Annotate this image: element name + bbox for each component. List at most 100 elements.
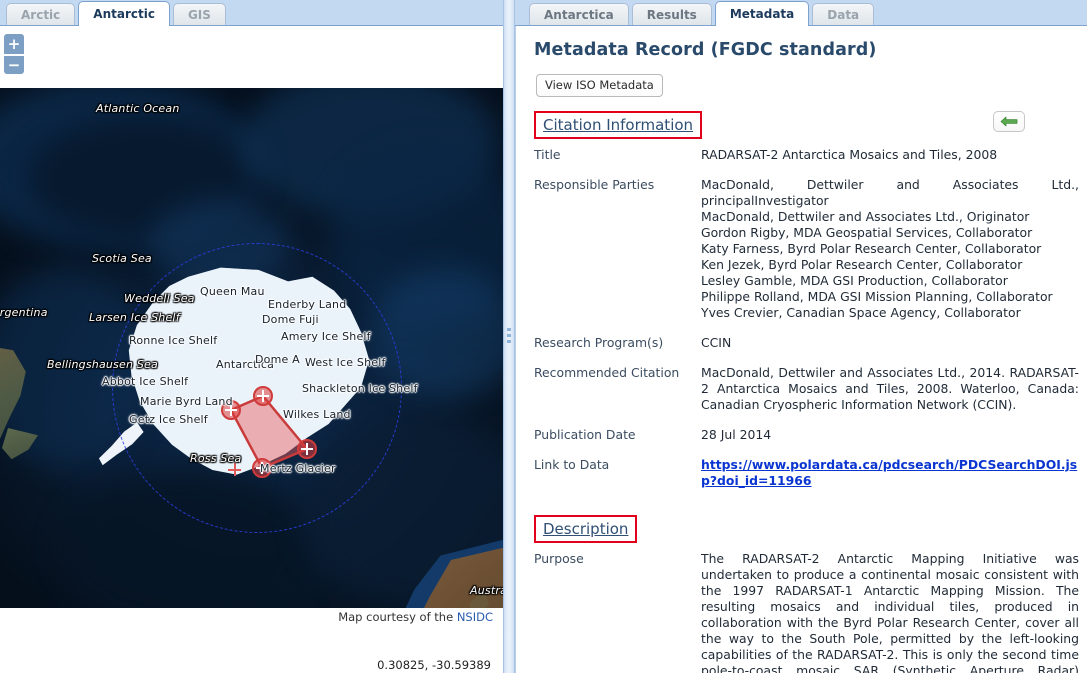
field-spacer <box>516 165 1087 175</box>
metadata-field-row: Publication Date 28 Jul 2014 <box>516 425 1087 445</box>
map-label: Getz Ice Shelf <box>129 413 208 426</box>
metadata-field-row: Research Program(s) CCIN <box>516 333 1087 353</box>
map-label: Ross Sea <box>190 452 242 465</box>
map-label: Amery Ice Shelf <box>281 330 371 343</box>
south-america-tip <box>2 428 38 460</box>
polygon-vertex-handle[interactable] <box>252 458 272 478</box>
metadata-field-label: Title <box>534 147 561 162</box>
map-label: Ronne Ice Shelf <box>129 334 218 347</box>
metadata-field-value: 28 Jul 2014 <box>701 427 772 442</box>
tab-gis-label: GIS <box>187 7 211 22</box>
metadata-field-value: MacDonald, Dettwiler and Associates Ltd.… <box>701 177 1079 320</box>
zoom-out-button[interactable]: − <box>4 54 24 74</box>
metadata-field-value-line: Philippe Rolland, MDA GSI Mission Planni… <box>701 289 1053 304</box>
field-spacer <box>516 353 1087 363</box>
metadata-field-value-line: Ken Jezek, Byrd Polar Research Center, C… <box>701 257 1023 272</box>
tab-antarctic[interactable]: Antarctic <box>78 1 170 26</box>
map-label: Argentina <box>0 306 48 319</box>
view-iso-metadata-button[interactable]: View ISO Metadata <box>536 74 663 97</box>
tab-results[interactable]: Results <box>631 3 712 25</box>
map-coordinates-readout: 0.30825, -30.59389 <box>377 658 491 672</box>
tab-data[interactable]: Data <box>812 3 875 25</box>
map-label: Dome A <box>255 353 300 366</box>
section-heading[interactable]: Description <box>534 515 638 543</box>
tab-antarctica[interactable]: Antarctica <box>529 3 629 25</box>
field-spacer <box>516 491 1087 501</box>
metadata-field-value-line: MacDonald, Dettwiler and Associates Ltd.… <box>701 209 1030 224</box>
tab-metadata[interactable]: Metadata <box>714 1 810 26</box>
metadata-field-row: Link to Data https://www.polardata.ca/pdc… <box>516 455 1087 491</box>
metadata-sections: Citation Information Title RADARSAT-2 Anta… <box>516 97 1087 673</box>
back-button[interactable] <box>993 111 1025 132</box>
tab-antarctic-label: Antarctic <box>93 6 155 21</box>
metadata-field-row: Title RADARSAT-2 Antarctica Mosaics and T… <box>516 145 1087 165</box>
metadata-content: Metadata Record (FGDC standard) View ISO… <box>515 26 1087 673</box>
nsidc-link[interactable]: NSIDC <box>457 610 493 624</box>
australia-landmass <box>412 548 503 608</box>
antarctica-landmass <box>128 267 370 475</box>
left-panel: Arctic Antarctic GIS + − Atlantic Ocean … <box>0 0 503 673</box>
metadata-field-value[interactable]: https://www.polardata.ca/pdcsearch/PDCSe… <box>701 457 1087 489</box>
antarctic-map[interactable]: Atlantic Ocean Scotia Sea Argentina Weddell… <box>0 88 503 608</box>
map-label: Larsen Ice Shelf <box>89 311 180 324</box>
page-title: Metadata Record (FGDC standard) <box>534 40 877 60</box>
metadata-field-label: Publication Date <box>534 427 636 442</box>
south-america-landmass <box>0 343 26 463</box>
tab-arctic-label: Arctic <box>21 7 61 22</box>
section-heading[interactable]: Citation Information <box>534 111 703 139</box>
metadata-field-label: Link to Data <box>534 457 610 472</box>
metadata-field-row: Responsible Parties MacDonald, Dettwiler … <box>516 175 1087 323</box>
map-label: Marie Byrd Land <box>140 395 233 408</box>
tab-metadata-label: Metadata <box>729 6 795 21</box>
map-label: Shackleton Ice Shelf <box>302 382 418 395</box>
metadata-field-value: RADARSAT-2 Antarctica Mosaics and Tiles,… <box>701 147 998 162</box>
metadata-field-label: Research Program(s) <box>534 335 664 350</box>
map-label: West Ice Shelf <box>305 356 386 369</box>
metadata-field-value: CCIN <box>701 335 732 350</box>
splitter-grip-icon <box>507 327 511 346</box>
metadata-field-value: MacDonald, Dettwiler and Associates Ltd.… <box>701 365 1079 412</box>
new-zealand-landmass <box>464 586 493 608</box>
zoom-in-button[interactable]: + <box>4 34 24 54</box>
left-tab-strip: Arctic Antarctic GIS <box>0 0 503 26</box>
polygon-vertex-handle[interactable] <box>221 400 241 420</box>
metadata-field-value-line: Katy Farness, Byrd Polar Research Center… <box>701 241 1042 256</box>
south-pole-marker <box>228 463 241 476</box>
map-label: Bellingshausen Sea <box>47 358 158 371</box>
metadata-field-value: The RADARSAT-2 Antarctic Mapping Initiat… <box>701 551 1079 673</box>
polygon-vertex-handle[interactable] <box>253 386 273 406</box>
metadata-field-row: Recommended Citation MacDonald, Dettwiler… <box>516 363 1087 415</box>
metadata-field-row: Purpose The RADARSAT-2 Antarctic Mapping … <box>516 549 1087 673</box>
map-label: Antarctica <box>216 358 275 371</box>
metadata-field-label: Responsible Parties <box>534 177 655 192</box>
map-label: Wilkes Land <box>283 408 351 421</box>
metadata-field-label: Recommended Citation <box>534 365 680 380</box>
panel-splitter[interactable] <box>503 0 515 673</box>
polygon-vertex-handle[interactable] <box>297 439 317 459</box>
map-label: Dome Fuji <box>262 313 319 326</box>
section-heading-label: Description <box>543 520 629 538</box>
field-spacer <box>516 323 1087 333</box>
antarctic-peninsula <box>85 408 158 481</box>
metadata-field-value-line: Gordon Rigby, MDA Geospatial Services, C… <box>701 225 1033 240</box>
right-tab-strip: Antarctica Results Metadata Data <box>515 0 1087 26</box>
left-arrow-icon <box>1000 116 1018 127</box>
data-link[interactable]: https://www.polardata.ca/pdcsearch/PDCSe… <box>701 457 1077 488</box>
field-spacer <box>516 415 1087 425</box>
tab-data-label: Data <box>827 7 860 22</box>
map-zoom-control: + − <box>4 34 24 74</box>
map-label: Australia <box>470 584 503 597</box>
tab-antarctica-label: Antarctica <box>544 7 614 22</box>
tab-gis[interactable]: GIS <box>172 3 226 25</box>
map-label: Weddell Sea <box>124 292 195 305</box>
map-credit: Map courtesy of the NSIDC <box>0 610 503 624</box>
map-label: Enderby Land <box>268 298 347 311</box>
map-label: Scotia Sea <box>92 252 152 265</box>
map-credit-prefix: Map courtesy of the <box>338 610 457 624</box>
map-label: Abbot Ice Shelf <box>102 375 189 388</box>
australia-shelf <box>396 538 503 608</box>
tab-arctic[interactable]: Arctic <box>6 3 76 25</box>
metadata-field-label: Purpose <box>534 551 584 566</box>
map-label: Atlantic Ocean <box>96 102 180 115</box>
application-window: Arctic Antarctic GIS + − Atlantic Ocean … <box>0 0 1087 673</box>
